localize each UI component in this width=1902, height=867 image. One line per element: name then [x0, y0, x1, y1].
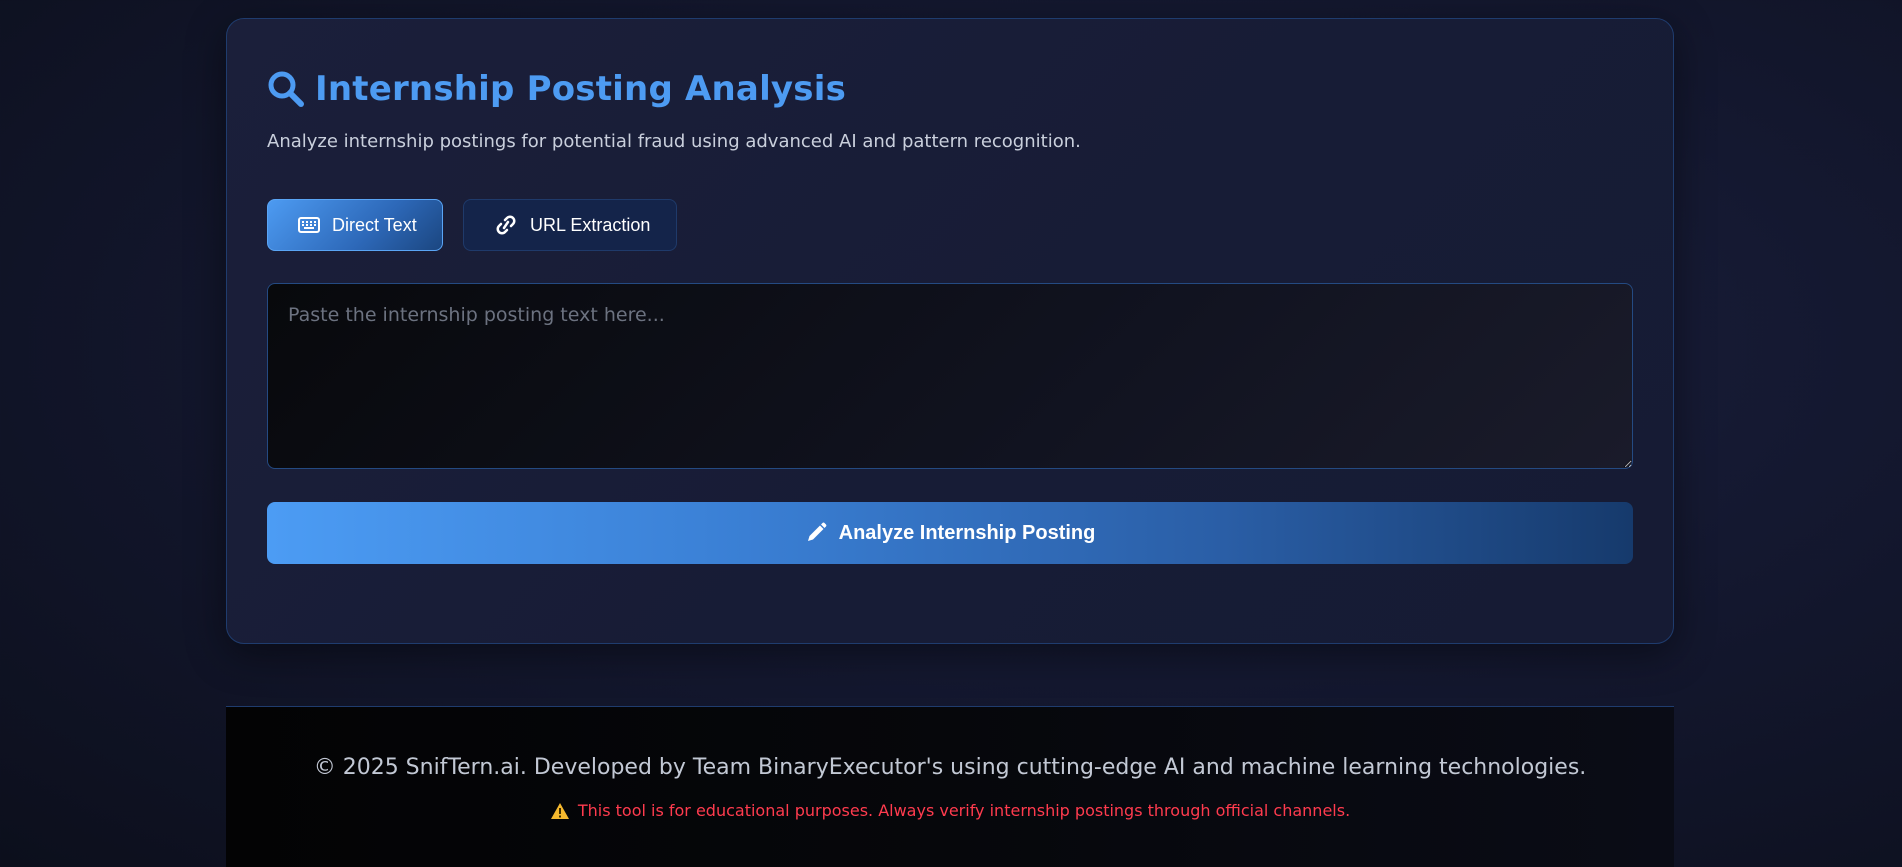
keyboard-icon [298, 217, 320, 233]
input-mode-tabs: Direct Text URL Extraction [267, 199, 677, 251]
title-row: Internship Posting Analysis [267, 69, 846, 109]
tab-direct-text-label: Direct Text [332, 214, 417, 235]
footer-warning-text: This tool is for educational purposes. A… [577, 801, 1351, 820]
analysis-card: Internship Posting Analysis Analyze inte… [226, 18, 1674, 644]
warning-icon [550, 802, 570, 820]
search-icon [267, 70, 305, 108]
page-title: Internship Posting Analysis [315, 69, 847, 109]
page-subtitle: Analyze internship postings for potentia… [267, 131, 1081, 152]
footer-copyright: © 2025 SnifTern.ai. Developed by Team Bi… [313, 755, 1587, 780]
analyze-button-label: Analyze Internship Posting [838, 521, 1096, 544]
link-icon [494, 215, 518, 235]
posting-text-input[interactable] [267, 283, 1633, 469]
tab-url-extraction[interactable]: URL Extraction [463, 199, 677, 251]
analyze-button[interactable]: Analyze Internship Posting [267, 502, 1633, 564]
footer-warning: This tool is for educational purposes. A… [226, 801, 1674, 820]
page-footer: © 2025 SnifTern.ai. Developed by Team Bi… [226, 706, 1674, 867]
tab-url-extraction-label: URL Extraction [530, 214, 651, 235]
tab-direct-text[interactable]: Direct Text [267, 199, 443, 251]
pencil-icon [805, 522, 827, 544]
